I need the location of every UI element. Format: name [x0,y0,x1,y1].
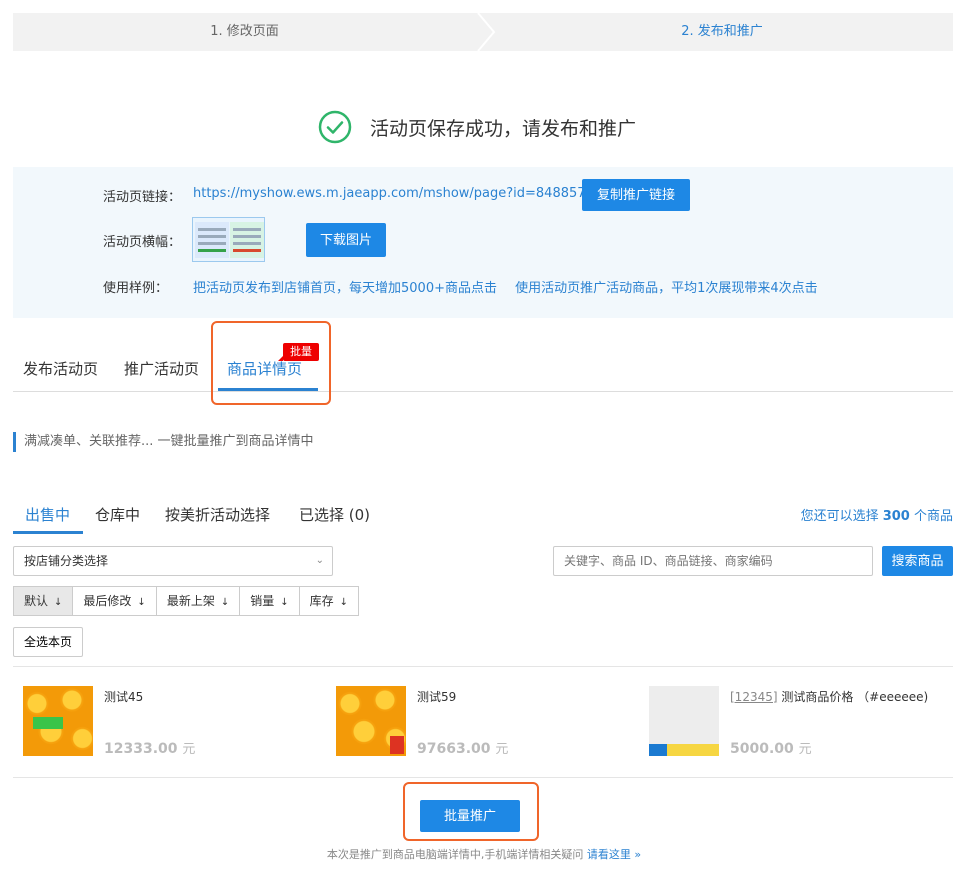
sort-last-modified[interactable]: 最后修改 ↓ [72,586,157,616]
product-image [336,686,406,756]
example-label: 使用样例： [103,281,169,296]
search-products-button[interactable]: 搜索商品 [882,546,953,576]
example-link-promote[interactable]: 使用活动页推广活动商品，平均1次展现带来4次点击 [515,281,818,296]
example-link-store-home[interactable]: 把活动页发布到店铺首页，每天增加5000+商品点击 [193,281,497,296]
copy-link-button[interactable]: 复制推广链接 [582,179,690,211]
banner-thumbnail[interactable] [192,217,265,262]
product-name: 测试59 [417,690,457,704]
footer-note: 本次是推广到商品电脑端详情中,手机端详情相关疑问 请看这里 » [326,848,642,861]
product-card[interactable]: 测试59 97663.00 元 [336,686,636,758]
sort-newest[interactable]: 最新上架 ↓ [155,586,241,616]
remaining-number: 300 [882,509,910,524]
search-input[interactable] [553,546,873,576]
tab-promote-activity-page[interactable]: 推广活动页 [124,358,199,379]
success-message: 活动页保存成功，请发布和推广 [370,117,637,140]
product-image [649,686,719,756]
tab-on-sale[interactable]: 出售中 [25,504,70,525]
main-tabs: 发布活动页 推广活动页 商品详情页 [13,350,953,392]
tab-selected[interactable]: 已选择 (0) [299,504,370,525]
success-header: 活动页保存成功，请发布和推广 [318,109,636,145]
example-links: 把活动页发布到店铺首页，每天增加5000+商品点击 使用活动页推广活动商品，平均… [193,277,832,296]
sort-buttons: 默认 ↓ 最后修改 ↓ 最新上架 ↓ 销量 ↓ 库存 ↓ [13,586,360,616]
progress-steps: 1. 修改页面 2. 发布和推广 [13,13,953,51]
sort-default[interactable]: 默认 ↓ [13,586,74,616]
select-all-button[interactable]: 全选本页 [13,627,83,657]
arrow-down-icon: ↓ [137,597,146,608]
product-image [23,686,93,756]
highlight-box-button [403,782,539,841]
active-subtab-indicator [13,531,83,534]
product-price: 12333.00 元 [104,741,196,757]
product-code[interactable]: [12345] [730,690,778,704]
remaining-count: 您还可以选择 300 个商品 [800,509,953,524]
tab-publish-activity-page[interactable]: 发布活动页 [23,358,98,379]
product-card[interactable]: 测试45 12333.00 元 [23,686,323,758]
arrow-down-icon: ↓ [339,597,349,608]
activity-page-link[interactable]: https://myshow.ews.m.jaeapp.com/mshow/pa… [193,186,586,201]
highlight-box-tab [211,321,331,405]
sort-stock[interactable]: 库存 ↓ [298,586,360,616]
product-name: [12345] 测试商品价格 （#eeeeee) [730,690,929,704]
product-price: 5000.00 元 [730,741,812,757]
help-link[interactable]: 请看这里 » [587,848,641,861]
product-name: 测试45 [104,690,144,704]
category-select[interactable]: 按店铺分类选择 ⌄ [13,546,333,576]
publish-info-panel: 活动页链接： https://myshow.ews.m.jaeapp.com/m… [13,167,953,318]
arrow-down-icon: ↓ [280,597,289,608]
tab-in-warehouse[interactable]: 仓库中 [95,504,140,525]
banner-label: 活动页横幅： [103,235,182,250]
step-edit-page: 1. 修改页面 [210,24,279,39]
download-image-button[interactable]: 下载图片 [306,223,386,257]
product-filter-tabs: 出售中 仓库中 按美折活动选择 已选择 (0) 您还可以选择 300 个商品 [13,499,953,534]
tab-by-activity[interactable]: 按美折活动选择 [165,504,270,525]
sort-sales[interactable]: 销量 ↓ [239,586,300,616]
arrow-down-icon: ↓ [220,597,230,608]
arrow-down-icon: ↓ [54,597,63,608]
chevron-down-icon: ⌄ [315,555,324,566]
section-description: 满减凑单、关联推荐... 一键批量推广到商品详情中 [13,432,314,452]
product-price: 97663.00 元 [417,741,509,757]
banner-left-panel [195,222,229,258]
divider [13,666,953,667]
promo-tag [390,736,404,754]
step-publish: 2. 发布和推广 [681,24,763,39]
banner-right-panel [230,222,264,258]
divider [13,777,953,778]
link-label: 活动页链接： [103,190,182,205]
product-card[interactable]: [12345] 测试商品价格 （#eeeeee) 5000.00 元 [649,686,949,758]
promo-tag [33,717,63,729]
check-circle-icon [318,110,352,144]
